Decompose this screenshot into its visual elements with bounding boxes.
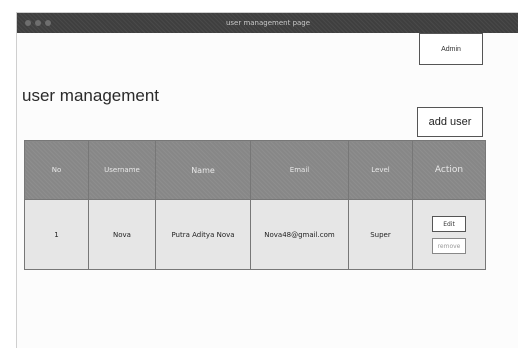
cell-no: 1 bbox=[24, 199, 89, 270]
column-header-level: Level bbox=[348, 140, 413, 200]
table-header-row: No Username Name Email Level Action bbox=[24, 140, 486, 200]
edit-button[interactable]: Edit bbox=[432, 215, 466, 232]
remove-button[interactable]: remove bbox=[432, 237, 466, 254]
table-row: 1 Nova Putra Aditya Nova Nova48@gmail.co… bbox=[24, 199, 486, 270]
admin-button[interactable]: Admin bbox=[419, 33, 483, 65]
page-title: user management bbox=[22, 86, 160, 105]
cell-action: Edit remove bbox=[412, 199, 486, 270]
user-table: No Username Name Email Level Action 1 No… bbox=[24, 140, 486, 270]
cell-username: Nova bbox=[88, 199, 156, 270]
column-header-no: No bbox=[24, 140, 89, 200]
title-bar: user management page bbox=[17, 13, 518, 33]
column-header-action: Action bbox=[412, 140, 486, 200]
add-user-button[interactable]: add user bbox=[417, 107, 483, 137]
column-header-email: Email bbox=[250, 140, 349, 200]
cell-email: Nova48@gmail.com bbox=[250, 199, 349, 270]
column-header-username: Username bbox=[88, 140, 156, 200]
cell-level: Super bbox=[348, 199, 413, 270]
column-header-name: Name bbox=[155, 140, 251, 200]
cell-name: Putra Aditya Nova bbox=[155, 199, 251, 270]
window-title: user management page bbox=[225, 19, 311, 27]
